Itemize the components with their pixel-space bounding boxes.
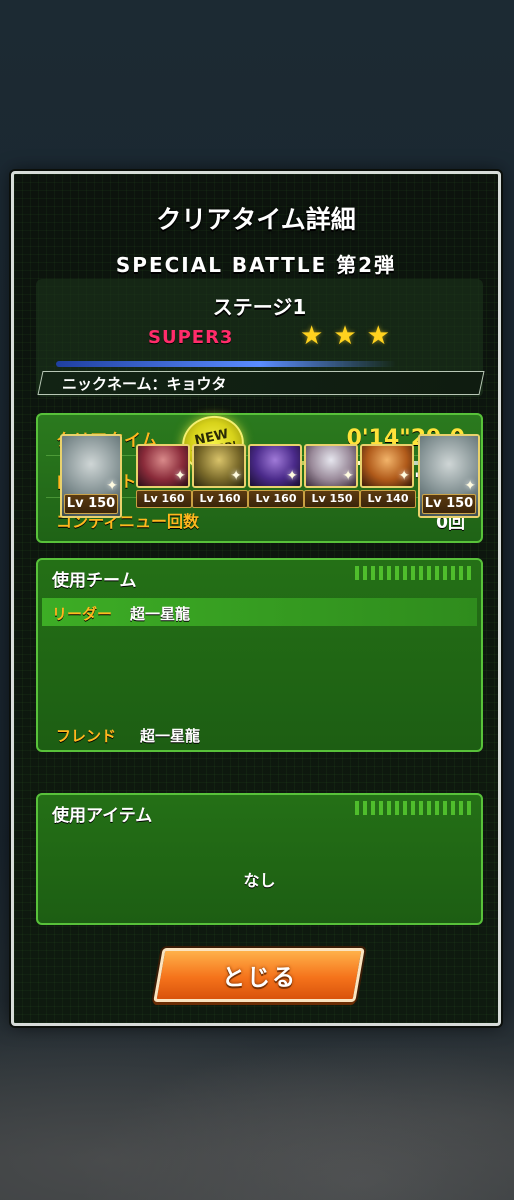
event-subtitle: SPECIAL BATTLE 第2弾 xyxy=(115,253,397,277)
team-unit-card[interactable]: ✦ xyxy=(360,444,414,488)
friend-name: 超一星龍 xyxy=(140,727,201,745)
team-panel: 使用チーム リーダー 超一星龍 ✦ Lv 150 ✦ Lv 160 ✦ Lv 160 ✦ Lv… xyxy=(36,434,483,752)
unit-level: Lv 150 xyxy=(64,494,118,514)
sparkle-icon: ✦ xyxy=(230,468,242,484)
dialog-title: クリアタイム詳細 xyxy=(156,205,356,234)
close-button-label: とじる xyxy=(221,965,297,991)
team-unit-card[interactable]: ✦ xyxy=(304,444,358,488)
team-unit-card[interactable]: ✦ Lv 150 xyxy=(60,434,122,518)
header-stripes xyxy=(355,566,475,580)
sparkle-icon: ✦ xyxy=(342,468,354,484)
sparkle-icon: ✦ xyxy=(286,468,298,484)
unit-level: Lv 160 xyxy=(136,490,192,508)
star-icon: ★ xyxy=(300,321,324,351)
leader-row: リーダー 超一星龍 xyxy=(42,598,477,626)
unit-level: Lv 160 xyxy=(248,490,304,508)
sparkle-icon: ✦ xyxy=(464,478,476,494)
team-header: 使用チーム xyxy=(52,571,137,591)
header-stripes xyxy=(355,801,475,815)
difficulty-label: SUPER3 xyxy=(148,327,234,348)
unit-level: Lv 140 xyxy=(360,490,416,508)
sparkle-icon: ✦ xyxy=(106,478,118,494)
team-unit-card[interactable]: ✦ xyxy=(136,444,190,488)
nickname-text: ニックネーム：キョウタ xyxy=(62,375,227,393)
clear-time-dialog: クリアタイム詳細 SPECIAL BATTLE 第2弾 ステージ1 SUPER3… xyxy=(11,171,501,1026)
leader-name: 超一星龍 xyxy=(130,605,191,623)
sparkle-icon: ✦ xyxy=(398,468,410,484)
close-button[interactable]: とじる xyxy=(153,948,365,1002)
team-unit-card[interactable]: ✦ xyxy=(248,444,302,488)
sparkle-icon: ✦ xyxy=(174,468,186,484)
star-rating: ★ ★ ★ xyxy=(300,323,390,349)
team-unit-card[interactable]: ✦ Lv 150 xyxy=(418,434,480,518)
stage-name: ステージ1 xyxy=(212,295,307,319)
unit-level: Lv 160 xyxy=(192,490,248,508)
items-panel: 使用アイテム なし xyxy=(36,793,483,925)
unit-level: Lv 150 xyxy=(422,494,476,514)
items-header: 使用アイテム xyxy=(52,806,153,826)
items-value: なし xyxy=(243,871,276,890)
leader-label: リーダー xyxy=(52,605,113,623)
star-icon: ★ xyxy=(366,321,390,351)
background-rocks xyxy=(0,1000,514,1200)
team-unit-card[interactable]: ✦ xyxy=(192,444,246,488)
friend-label: フレンド xyxy=(56,727,117,745)
difficulty-bar xyxy=(56,361,396,367)
unit-level: Lv 150 xyxy=(304,490,360,508)
star-icon: ★ xyxy=(333,321,357,351)
